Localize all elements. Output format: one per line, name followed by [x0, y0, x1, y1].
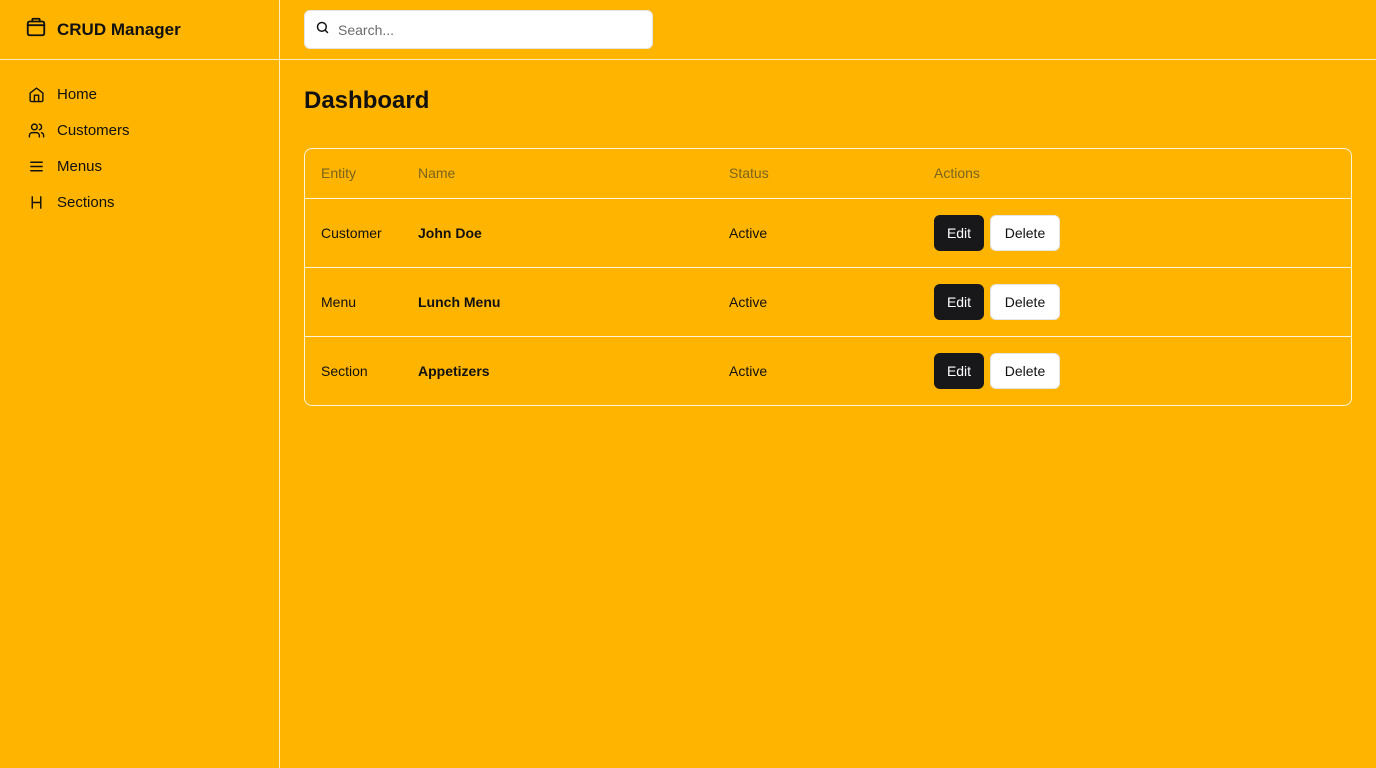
- page-title: Dashboard: [304, 87, 430, 114]
- cell-name: John Doe: [418, 224, 482, 241]
- table-header-row: Entity Name Status Actions: [305, 149, 1351, 198]
- app-root: CRUD Manager Home Customers Menus Sectio…: [0, 0, 1376, 768]
- cell-entity: Menu: [321, 293, 357, 310]
- sidebar-item-label: Home: [57, 85, 98, 103]
- cell-status: Active: [729, 293, 768, 310]
- cell-name: Lunch Menu: [418, 293, 501, 310]
- table-row: Section Appetizers Active Edit Delete: [305, 336, 1351, 405]
- brand[interactable]: CRUD Manager: [0, 0, 279, 60]
- menu-icon: [27, 157, 45, 175]
- home-icon: [27, 85, 45, 103]
- delete-button[interactable]: Delete: [990, 214, 1060, 251]
- package-icon: [25, 16, 47, 43]
- column-header-entity: Entity: [321, 165, 357, 182]
- cell-actions: Edit Delete: [918, 198, 1351, 267]
- delete-button[interactable]: Delete: [990, 352, 1060, 389]
- edit-button[interactable]: Edit: [934, 214, 984, 251]
- column-header-status: Status: [729, 165, 769, 182]
- entity-table: Entity Name Status Actions Customer John…: [304, 148, 1352, 406]
- column-header-actions: Actions: [934, 165, 980, 182]
- cell-name: Appetizers: [418, 362, 490, 379]
- sidebar-item-menus[interactable]: Menus: [0, 148, 279, 184]
- cell-entity: Customer: [321, 224, 382, 241]
- table-row: Menu Lunch Menu Active Edit Delete: [305, 267, 1351, 336]
- delete-button[interactable]: Delete: [990, 283, 1060, 320]
- cell-actions: Edit Delete: [918, 267, 1351, 336]
- column-header-name: Name: [418, 165, 456, 182]
- sidebar-item-home[interactable]: Home: [0, 76, 279, 112]
- search-input[interactable]: [338, 21, 638, 38]
- sidebar-nav: Home Customers Menus Sections: [0, 60, 279, 220]
- edit-button[interactable]: Edit: [934, 352, 984, 389]
- sidebar-item-customers[interactable]: Customers: [0, 112, 279, 148]
- app-title: CRUD Manager: [57, 19, 181, 39]
- sidebar-item-label: Sections: [57, 193, 115, 211]
- heading-icon: [27, 193, 45, 211]
- topbar: [280, 0, 1376, 60]
- table-row: Customer John Doe Active Edit Delete: [305, 198, 1351, 267]
- cell-actions: Edit Delete: [918, 336, 1351, 405]
- sidebar-item-sections[interactable]: Sections: [0, 184, 279, 220]
- sidebar-item-label: Customers: [57, 121, 130, 139]
- search-box[interactable]: [304, 10, 653, 49]
- sidebar: CRUD Manager Home Customers Menus Sectio…: [0, 0, 280, 768]
- main-content: Dashboard Entity Name Status Actions Cus…: [304, 60, 1352, 406]
- users-icon: [27, 121, 45, 139]
- edit-button[interactable]: Edit: [934, 283, 984, 320]
- cell-status: Active: [729, 224, 768, 241]
- search-icon: [315, 20, 330, 40]
- cell-entity: Section: [321, 362, 368, 379]
- sidebar-item-label: Menus: [57, 157, 103, 175]
- cell-status: Active: [729, 362, 768, 379]
